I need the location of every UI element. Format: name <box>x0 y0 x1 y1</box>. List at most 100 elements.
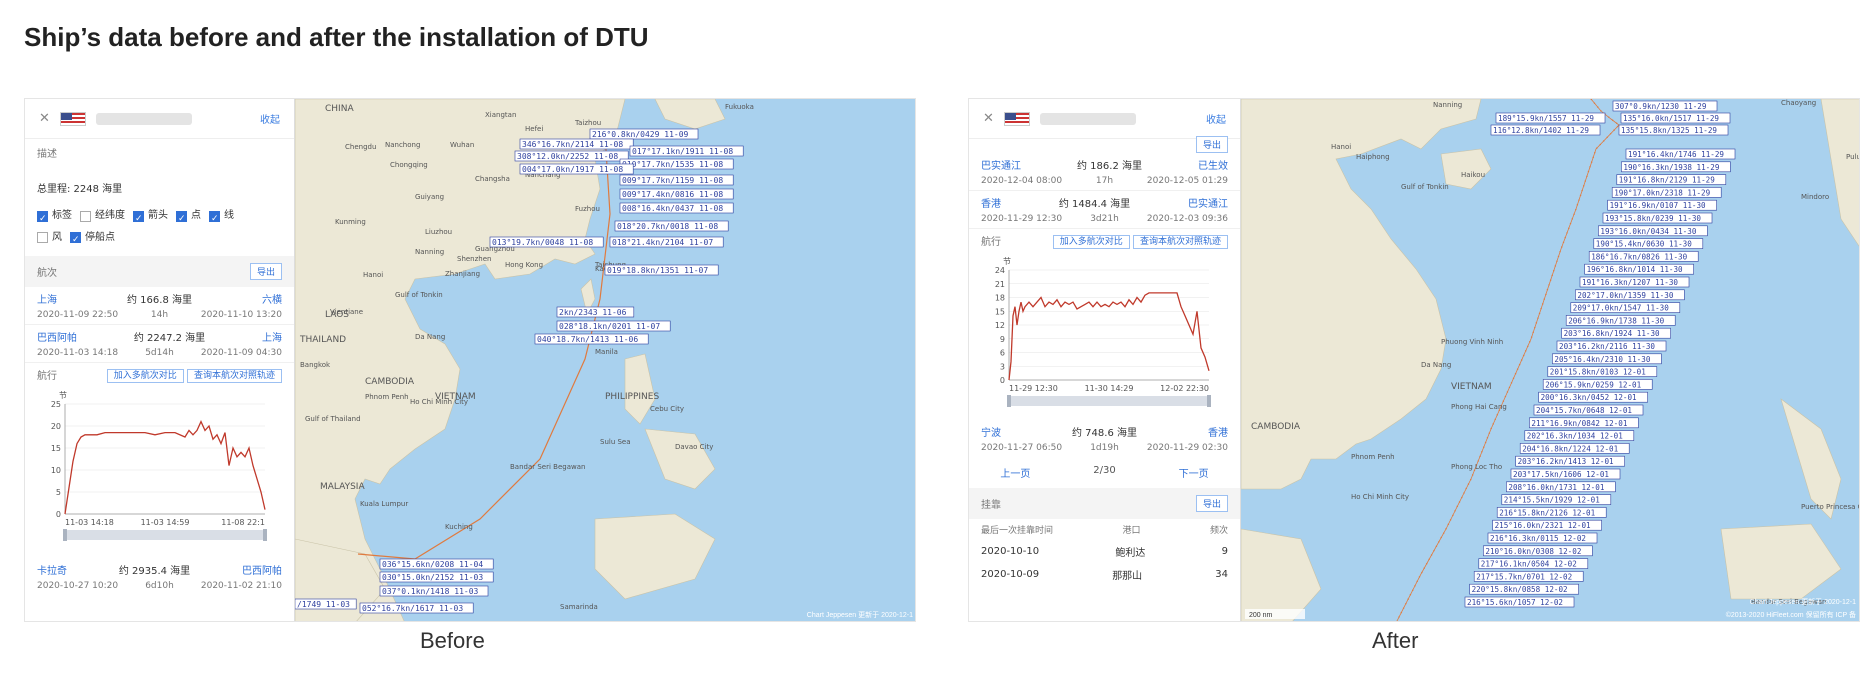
layer-checkbox[interactable]: 点 <box>176 207 201 228</box>
track-point-label: 196°16.8kn/1014 11-30 <box>1584 263 1694 275</box>
track-point-label: 216°15.8kn/2126 12-01 <box>1496 507 1607 518</box>
track-point-label: 217°15.7kn/0701 12-02 <box>1473 571 1584 582</box>
voyage-row[interactable]: 巴实通江 约 186.2 海里 已生效 <box>969 153 1240 176</box>
voyage-times: 2020-12-04 08:00 17h 2020-12-05 01:29 <box>969 176 1240 191</box>
add-compare-button[interactable]: 加入多航次对比 <box>106 369 184 383</box>
map-place-label: THAILAND <box>299 335 346 345</box>
slider-handle-left[interactable] <box>63 529 67 541</box>
speed-chart: 节 25 20 15 10 5 0 11-03 14:18 11-03 14:59 11-08 2… <box>35 390 284 550</box>
caption-after: After <box>1372 628 1419 653</box>
track-point-label: 346°16.7kn/2114 11-08 <box>519 138 634 150</box>
checkbox-label: 风 <box>52 231 62 243</box>
berth-port: 那那山 <box>1112 571 1143 582</box>
track-label-text: 204°16.8kn/1224 12-01 <box>1522 444 1618 453</box>
query-track-button[interactable]: 查询本航次对照轨迹 <box>186 369 282 383</box>
voyage-end: 2020-11-29 02:30 <box>1146 443 1228 453</box>
chart-unit-label: 节 <box>59 391 67 400</box>
checkbox-icon[interactable] <box>37 210 48 228</box>
next-page-button[interactable]: 下一页 <box>1179 465 1209 480</box>
track-label-text: 210°16.0kn/0308 12-02 <box>1485 547 1581 556</box>
export-button[interactable]: 导出 <box>1195 495 1228 512</box>
map-place-label: Hanoi <box>1331 143 1351 151</box>
track-label-text: 052°16.7kn/1617 11-03 <box>362 604 463 613</box>
voyage-to: 六横 <box>262 295 282 306</box>
layer-checkbox[interactable]: 线 <box>209 207 234 228</box>
prev-page-button[interactable]: 上一页 <box>1000 465 1030 480</box>
after-map[interactable]: Nanning Chaoyang Hanoi Haiphong Gulf of Tonk… <box>1241 99 1859 621</box>
track-label-text: 009°17.7kn/1159 11-08 <box>622 176 723 185</box>
track-point-label: 009°17.4kn/0816 11-08 <box>619 188 734 200</box>
voyage-row[interactable]: 巴西阿帕 约 2247.2 海里 上海 <box>25 325 294 348</box>
close-icon[interactable]: ✕ <box>983 111 994 126</box>
voyage-row[interactable]: 上海 约 166.8 海里 六横 <box>25 287 294 310</box>
voyage-from: 上海 <box>37 295 57 306</box>
after-screenshot: ✕ 收起 导出 巴实通江 约 186.2 海里 已生效 2020-12-04 08:0… <box>968 98 1860 622</box>
export-button[interactable]: 导出 <box>249 263 282 280</box>
track-point-label: 116°12.8kn/1402 11-29 <box>1490 124 1601 136</box>
map-place-label: Kunming <box>335 218 366 226</box>
slider-handle-right[interactable] <box>1207 395 1211 407</box>
layer-checkbox[interactable]: 标签 <box>37 207 72 228</box>
track-label-text: 202°16.3kn/1034 12-01 <box>1527 432 1623 441</box>
map-place-label: Phnom Penh <box>365 393 409 401</box>
slider-handle-right[interactable] <box>263 529 267 541</box>
map-place-label: Puerto Princesa City <box>1801 503 1859 511</box>
before-map-svg[interactable]: CHINA Xiangtan Taizhou Fukuoka Hefei Chengdu N… <box>295 99 915 621</box>
checkbox-icon[interactable] <box>37 232 48 243</box>
layer-checkbox[interactable]: 经纬度 <box>80 207 125 225</box>
track-point-label: 193°16.0kn/0434 11-30 <box>1598 225 1708 237</box>
layer-checkbox[interactable]: 风 <box>37 229 62 247</box>
checkbox-icon[interactable] <box>176 210 187 228</box>
time-range-slider[interactable] <box>65 530 265 540</box>
checkbox-icon[interactable] <box>80 210 91 222</box>
berth-count: 9 <box>1221 546 1228 557</box>
map-attribution: Chart Jeppesen 更新于 2020-12-1 <box>1750 597 1856 606</box>
berth-row[interactable]: 2020-10-09 那那山 34 <box>969 563 1240 586</box>
voyage-row[interactable]: 卡拉奇 约 2935.4 海里 巴西阿帕 <box>25 558 294 581</box>
berth-time: 2020-10-10 <box>981 546 1040 557</box>
track-label-text: 017°17.1kn/1911 11-08 <box>632 147 733 156</box>
track-point-label: 190°15.4kn/0630 11-30 <box>1593 238 1704 249</box>
track-point-label: 186°16.7kn/0826 11-30 <box>1588 251 1699 262</box>
close-icon[interactable]: ✕ <box>39 111 50 126</box>
track-label-text: 116°12.8kn/1402 11-29 <box>1493 126 1589 135</box>
voyage-row[interactable]: 香港 约 1484.4 海里 巴实通江 <box>969 191 1240 214</box>
map-place-label: Samarinda <box>560 603 598 611</box>
voyage-times: 2020-11-27 06:50 1d19h 2020-11-29 02:30 <box>969 443 1240 457</box>
map-place-label: Shenzhen <box>457 255 491 263</box>
fold-button[interactable]: 收起 <box>1206 111 1226 126</box>
export-button[interactable]: 导出 <box>1195 135 1228 153</box>
before-map[interactable]: CHINA Xiangtan Taizhou Fukuoka Hefei Chengdu N… <box>295 99 915 621</box>
track-label-text: 191°16.4kn/1746 11-29 <box>1628 150 1724 159</box>
ship-name-blurred <box>95 112 192 125</box>
map-place-label: Hong Kong <box>505 261 543 269</box>
checkbox-icon[interactable] <box>133 210 144 228</box>
berth-row[interactable]: 2020-10-10 鲍利达 9 <box>969 540 1240 563</box>
chart-ytick: 20 <box>51 422 61 431</box>
track-label-text: 216°15.6kn/1057 12-02 <box>1467 598 1563 607</box>
voyage-times: 2020-11-29 12:30 3d21h 2020-12-03 09:36 <box>969 214 1240 229</box>
layer-checkbox[interactable]: 停船点 <box>70 229 115 249</box>
time-range-slider[interactable] <box>1009 396 1209 406</box>
fold-button[interactable]: 收起 <box>260 111 280 126</box>
track-label-text: 040°18.7kn/1413 11-06 <box>537 335 638 344</box>
flag-icon <box>1003 111 1030 126</box>
layer-checkbox[interactable]: 箭头 <box>133 207 168 228</box>
map-place-label: Phuong Vinh Ninh <box>1441 338 1503 346</box>
map-place-label: Nanning <box>415 248 444 256</box>
checkbox-icon[interactable] <box>70 231 81 249</box>
track-point-label: 191°16.9kn/0107 11-30 <box>1607 199 1717 211</box>
voyage-row[interactable]: 宁波 约 748.6 海里 香港 <box>969 420 1240 443</box>
after-map-svg[interactable]: Nanning Chaoyang Hanoi Haiphong Gulf of Tonk… <box>1241 99 1859 621</box>
berth-col-port: 港口 <box>1122 526 1141 536</box>
desc-tab[interactable]: 描述 <box>25 139 294 166</box>
add-compare-button[interactable]: 加入多航次对比 <box>1052 235 1130 249</box>
track-label-text: 214°15.5kn/1929 12-01 <box>1504 496 1600 505</box>
checkbox-icon[interactable] <box>209 210 220 228</box>
query-track-button[interactable]: 查询本航次对照轨迹 <box>1132 235 1228 249</box>
slider-handle-left[interactable] <box>1007 395 1011 407</box>
track-label-text: 190°17.0kn/2318 11-29 <box>1614 188 1710 197</box>
track-label-text: 018°20.7kn/0018 11-08 <box>617 222 718 231</box>
chart-xtick: 11-03 14:59 <box>141 518 190 527</box>
chart-ytick: 18 <box>995 294 1005 303</box>
